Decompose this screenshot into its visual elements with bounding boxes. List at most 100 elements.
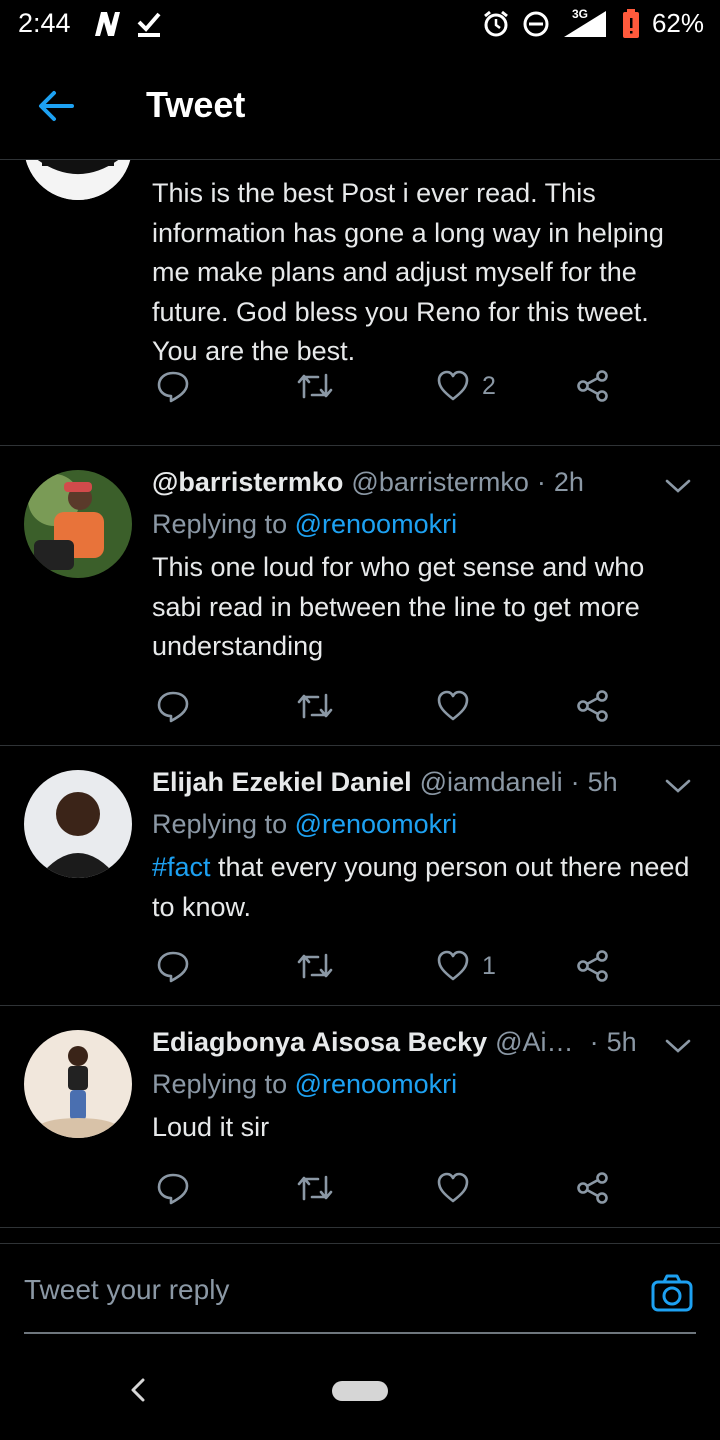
system-nav-bar (0, 1343, 720, 1440)
comment-icon (157, 1173, 189, 1205)
timestamp: 5h (587, 767, 618, 797)
replying-label: Replying to (152, 1069, 288, 1099)
tweet-actions (152, 1168, 632, 1208)
tweet-actions: 2 (152, 366, 632, 406)
like-button[interactable]: 1 (436, 946, 496, 986)
author-name[interactable]: Elijah Ezekiel Daniel (152, 764, 412, 800)
timestamp: 5h (606, 1027, 637, 1057)
timestamp: 2h (553, 467, 584, 497)
author-name[interactable]: @barristermko (152, 464, 343, 500)
author-handle[interactable]: @Ai… (495, 1024, 573, 1060)
battery-percent: 62% (651, 8, 704, 38)
nav-back-icon[interactable] (124, 1375, 154, 1405)
share-icon (577, 370, 608, 402)
reply-tweet[interactable]: Elijah Ezekiel Daniel @iamdaneli · 5h Re… (0, 746, 720, 1006)
separator-dot: · (589, 1027, 599, 1057)
chevron-down-icon[interactable] (664, 476, 692, 496)
reply-tweet[interactable]: Ediagbonya Aisosa Becky @Ai… · 5h Replyi… (0, 1006, 720, 1228)
reply-tweet[interactable]: @barristermko @barristermko · 2h Replyin… (0, 446, 720, 746)
comment-icon (157, 691, 189, 723)
network-type: 3G (571, 6, 588, 21)
tweet-header: Ediagbonya Aisosa Becky @Ai… · 5h (152, 1024, 696, 1060)
replying-label: Replying to (152, 509, 288, 539)
page-title: Tweet (146, 84, 246, 125)
hashtag-link[interactable]: #fact (152, 852, 211, 882)
do-not-disturb-icon (523, 11, 549, 36)
share-button[interactable] (576, 1168, 610, 1208)
battery-icon (622, 8, 639, 38)
share-icon (577, 690, 608, 722)
replying-to: Replying to @renoomokri (152, 804, 696, 844)
retweet-icon (297, 1175, 333, 1201)
avatar[interactable] (24, 1030, 132, 1138)
download-done-icon (137, 12, 161, 37)
reply-button[interactable] (156, 366, 190, 406)
author-name[interactable]: Ediagbonya Aisosa Becky (152, 1024, 487, 1060)
comment-icon (157, 371, 189, 403)
signal-icon: 3G (562, 6, 610, 39)
like-button[interactable] (436, 686, 482, 726)
tweet-text: This is the best Post i ever read. This … (152, 178, 664, 366)
tweet-text: This one loud for who get sense and who … (152, 552, 645, 661)
alarm-icon (484, 10, 508, 36)
heart-icon (437, 950, 469, 981)
replying-to: Replying to @renoomokri (152, 504, 696, 544)
tweet-text: Loud it sir (152, 1112, 270, 1142)
retweet-icon (297, 373, 333, 399)
share-icon (577, 950, 608, 982)
mention-link[interactable]: @renoomokri (295, 509, 457, 539)
like-count: 2 (482, 371, 496, 400)
retweet-icon (297, 693, 333, 719)
mention-link[interactable]: @renoomokri (295, 1069, 457, 1099)
nav-home-pill[interactable] (332, 1381, 388, 1401)
avatar[interactable] (24, 470, 132, 578)
status-time: 2:44 (18, 8, 71, 38)
tweet-actions: 1 (152, 946, 632, 986)
avatar[interactable] (24, 160, 132, 200)
share-button[interactable] (576, 366, 610, 406)
reply-button[interactable] (156, 946, 190, 986)
heart-icon (437, 1172, 469, 1203)
replying-to: Replying to @renoomokri (152, 1064, 696, 1104)
tweet-header: Elijah Ezekiel Daniel @iamdaneli · 5h (152, 764, 696, 800)
arrow-left-icon (39, 91, 74, 121)
replying-label: Replying to (152, 809, 288, 839)
retweet-icon (297, 953, 333, 979)
replies-feed[interactable]: This is the best Post i ever read. This … (0, 160, 720, 1243)
chevron-down-icon[interactable] (664, 776, 692, 796)
avatar[interactable] (24, 770, 132, 878)
heart-icon (437, 370, 469, 401)
share-button[interactable] (576, 946, 610, 986)
share-icon (577, 1172, 608, 1204)
reply-button[interactable] (156, 686, 190, 726)
tweet-text-body: that every young person out there need t… (152, 852, 690, 922)
like-button[interactable]: 2 (436, 366, 496, 406)
author-handle[interactable]: @barristermko (351, 464, 528, 500)
reply-tweet[interactable]: This is the best Post i ever read. This … (0, 160, 720, 446)
comment-icon (157, 951, 189, 983)
tweet-actions (152, 686, 632, 726)
reply-composer: Tweet your reply (0, 1243, 720, 1343)
mention-link[interactable]: @renoomokri (295, 809, 457, 839)
separator-dot: · (536, 467, 546, 497)
retweet-button[interactable] (296, 946, 334, 986)
camera-icon[interactable] (650, 1272, 694, 1316)
like-count: 1 (482, 951, 496, 980)
retweet-button[interactable] (296, 686, 334, 726)
reply-button[interactable] (156, 1168, 190, 1208)
like-button[interactable] (436, 1168, 482, 1208)
chevron-down-icon[interactable] (664, 1036, 692, 1056)
retweet-button[interactable] (296, 1168, 334, 1208)
author-handle[interactable]: @iamdaneli (420, 764, 563, 800)
retweet-button[interactable] (296, 366, 334, 406)
share-button[interactable] (576, 686, 610, 726)
input-underline (24, 1332, 696, 1334)
reply-input[interactable]: Tweet your reply (24, 1274, 229, 1306)
notification-n-icon (95, 12, 120, 36)
heart-icon (437, 690, 469, 721)
tweet-text: #fact that every young person out there … (152, 848, 696, 927)
separator-dot: · (570, 767, 580, 797)
top-app-bar: Tweet (0, 52, 720, 160)
tweet-header: @barristermko @barristermko · 2h (152, 464, 696, 500)
back-button[interactable] (30, 80, 82, 132)
